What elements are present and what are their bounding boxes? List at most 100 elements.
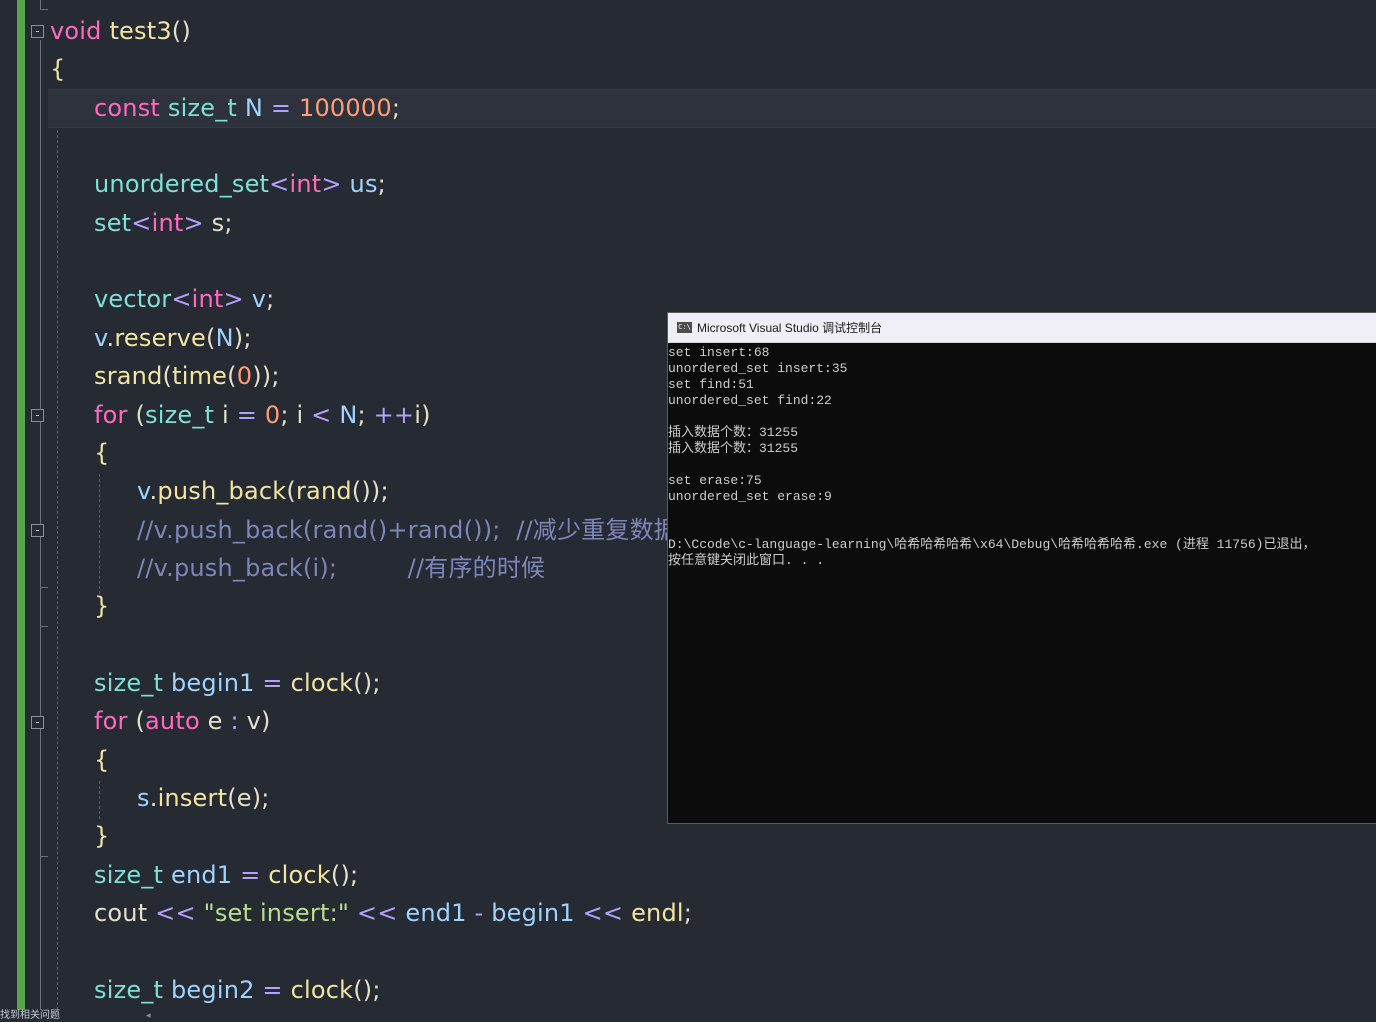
code-token: rand	[295, 477, 352, 505]
code-token: reserve	[114, 324, 207, 352]
code-token: //v.push_back(i); //有序的时候	[137, 554, 546, 582]
outline-end-tick	[40, 856, 48, 857]
code-token: =	[254, 976, 291, 1004]
collapse-icon[interactable]: -	[31, 409, 44, 422]
code-line[interactable]: const size_t N = 100000;	[94, 89, 400, 127]
code-line[interactable]: size_t begin1 = clock();	[94, 664, 381, 702]
code-token: N	[244, 94, 264, 122]
console-line: unordered_set erase:9	[668, 489, 832, 504]
code-token: <<	[574, 899, 632, 927]
code-token: (	[127, 707, 146, 735]
status-text: 找到相关问题	[0, 1010, 60, 1021]
code-line[interactable]: size_t begin2 = clock();	[94, 971, 381, 1009]
code-token: v	[94, 324, 107, 352]
code-line[interactable]: cout << "set insert:" << end1 - begin1 <…	[94, 894, 692, 932]
console-line: unordered_set insert:35	[668, 361, 848, 376]
code-token: :	[230, 707, 239, 735]
code-line[interactable]: srand(time(0));	[94, 357, 280, 395]
code-line[interactable]: //v.push_back(rand()+rand()); //减少重复数据	[137, 511, 678, 549]
code-token: const	[94, 94, 161, 122]
code-token: ; i	[280, 401, 312, 429]
code-token: ();	[353, 669, 381, 697]
code-line[interactable]: //v.push_back(i); //有序的时候	[137, 549, 545, 587]
collapse-icon[interactable]: -	[31, 25, 44, 38]
code-token: <<	[147, 899, 204, 927]
code-line[interactable]: {	[94, 434, 109, 472]
code-line[interactable]: for (size_t i = 0; i < N; ++i)	[94, 396, 431, 434]
console-line: set insert:68	[668, 345, 770, 360]
code-token: }	[94, 822, 110, 850]
console-titlebar[interactable]: C:\ Microsoft Visual Studio 调试控制台	[668, 313, 1376, 343]
code-token: ;	[683, 899, 693, 927]
code-token: srand	[94, 362, 163, 390]
code-token: i	[214, 401, 237, 429]
code-token: insert	[157, 784, 228, 812]
collapse-icon[interactable]: -	[31, 524, 44, 537]
code-token: begin1	[491, 899, 575, 927]
code-token: v)	[238, 707, 271, 735]
code-token: ;	[266, 285, 275, 313]
code-token: unordered_set	[94, 170, 270, 198]
code-line[interactable]: v.reserve(N);	[94, 319, 252, 357]
code-token: time	[172, 362, 228, 390]
code-token: 0	[264, 401, 281, 429]
code-token: =	[236, 401, 258, 429]
code-token: clock	[290, 669, 354, 697]
code-token: >	[223, 285, 244, 313]
console-line: set erase:75	[668, 473, 762, 488]
code-line[interactable]: unordered_set<int> us;	[94, 165, 386, 203]
indent-guide	[57, 90, 58, 1010]
code-token: N	[339, 401, 358, 429]
code-token: //v.push_back(rand()+rand()); //减少重复数据	[137, 516, 678, 544]
code-token: size_t	[167, 94, 238, 122]
code-token: );	[233, 324, 252, 352]
code-token: (	[127, 401, 146, 429]
code-line[interactable]: }	[94, 587, 109, 625]
code-token: test3	[109, 17, 172, 45]
code-line[interactable]: for (auto e : v)	[94, 702, 271, 740]
code-token: v	[251, 285, 267, 313]
code-line[interactable]: size_t end1 = clock();	[94, 856, 358, 894]
code-token: =	[232, 861, 269, 889]
code-token: {	[50, 55, 66, 83]
code-token: ();	[353, 976, 381, 1004]
collapse-icon[interactable]: -	[31, 716, 44, 729]
code-token: >	[183, 209, 204, 237]
code-token: clock	[290, 976, 354, 1004]
code-token: for	[94, 707, 128, 735]
scroll-left-icon[interactable]: ◂	[146, 1010, 151, 1022]
code-token: int	[151, 209, 184, 237]
code-token: end1	[405, 899, 467, 927]
code-token: size_t	[94, 976, 164, 1004]
debug-console-window[interactable]: C:\ Microsoft Visual Studio 调试控制台 set in…	[667, 312, 1376, 824]
code-token: void	[50, 17, 102, 45]
code-line[interactable]: }	[94, 817, 109, 855]
code-token: i)	[414, 401, 431, 429]
code-token: e	[199, 707, 231, 735]
code-token: endl	[631, 899, 684, 927]
code-token: size_t	[145, 401, 215, 429]
code-line[interactable]: void test3()	[50, 12, 191, 50]
code-token: ++	[373, 401, 415, 429]
code-line[interactable]: s.insert(e);	[137, 779, 270, 817]
code-token: <	[131, 209, 152, 237]
code-token: <	[171, 285, 192, 313]
outline-end-tick	[40, 9, 48, 10]
code-token: v	[137, 477, 150, 505]
code-token: N	[215, 324, 234, 352]
code-token: ));	[252, 362, 280, 390]
code-line[interactable]: v.push_back(rand());	[137, 472, 389, 510]
console-line: unordered_set find:22	[668, 393, 832, 408]
code-line[interactable]: vector<int> v;	[94, 280, 274, 318]
code-token: end1	[171, 861, 233, 889]
code-token: size_t	[94, 669, 164, 697]
code-token: auto	[145, 707, 200, 735]
code-line[interactable]: set<int> s;	[94, 204, 233, 242]
code-line[interactable]: {	[94, 741, 109, 779]
code-token: <<	[349, 899, 406, 927]
code-line[interactable]: {	[50, 50, 65, 88]
code-token: ;	[357, 401, 374, 429]
